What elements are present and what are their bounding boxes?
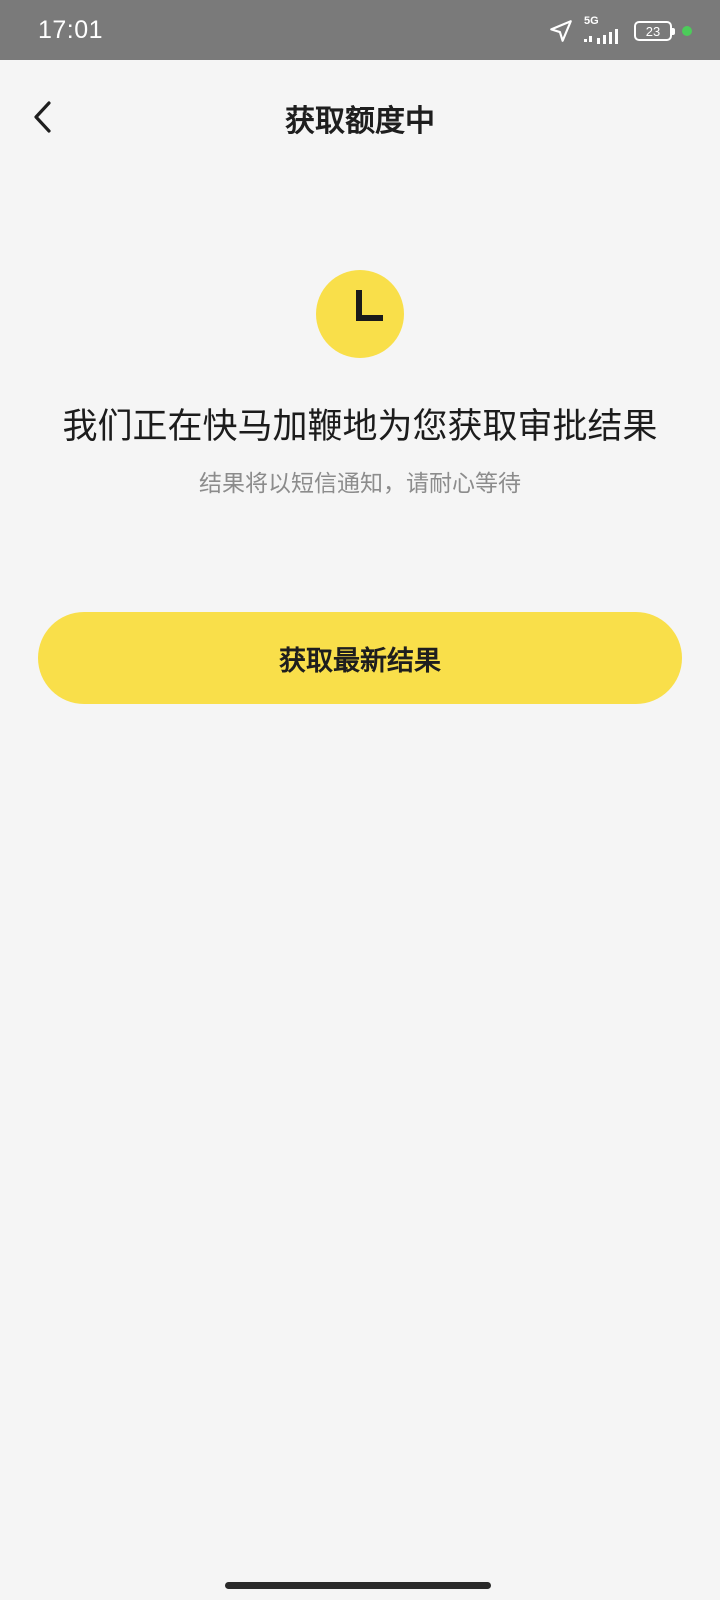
location-arrow-icon [550, 20, 572, 42]
status-bar: 17:01 5G 23 [0, 0, 720, 60]
clock-icon [316, 270, 404, 358]
page-header: 获取额度中 [0, 60, 720, 170]
network-type: 5G [584, 15, 599, 27]
main-message: 我们正在快马加鞭地为您获取审批结果 [62, 407, 658, 447]
status-icons: 5G 23 [548, 15, 692, 44]
battery-icon: 23 [634, 21, 675, 41]
home-indicator[interactable] [225, 1582, 491, 1589]
status-dot [682, 26, 692, 36]
signal-icon: 5G [584, 15, 624, 44]
status-time: 17:01 [38, 16, 104, 44]
page-title: 获取额度中 [285, 104, 435, 139]
refresh-result-button[interactable]: 获取最新结果 [38, 612, 682, 704]
battery-level: 23 [645, 23, 661, 39]
sub-message: 结果将以短信通知，请耐心等待 [199, 471, 521, 497]
